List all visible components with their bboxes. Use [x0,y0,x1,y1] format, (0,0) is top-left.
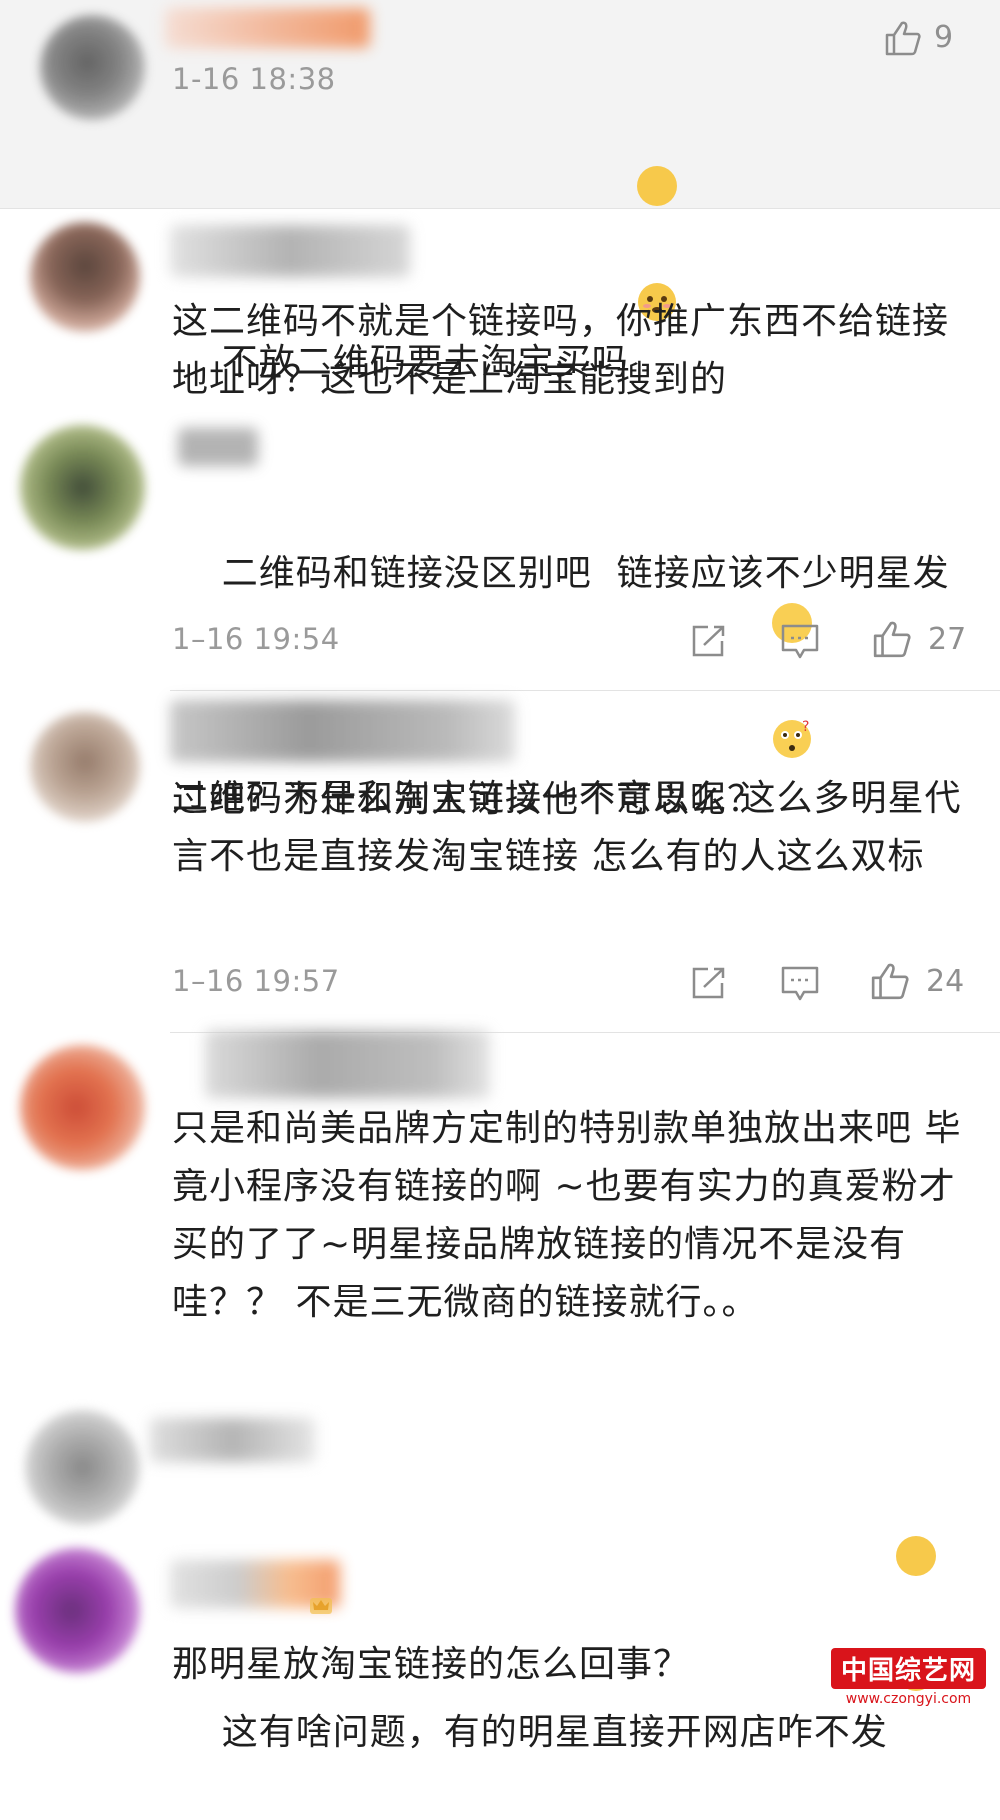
like-count: 27 [928,622,967,657]
username-redacted[interactable] [150,1418,315,1462]
avatar[interactable] [30,712,140,822]
svg-text:?: ? [802,719,810,735]
comment-time: 1–16 19:57 [172,964,340,998]
thumbs-up-icon[interactable] [884,20,922,60]
comment-text: 只是和尚美品牌方定制的特别款单独放出来吧 毕竟小程序没有链接的啊 ~也要有实力的… [172,1108,962,1323]
watermark-name: 中国综艺网 [830,1648,986,1689]
like-count: 24 [926,964,965,999]
username-redacted[interactable] [178,428,258,466]
avatar[interactable] [20,1045,145,1170]
comment-text: 二维码不是和淘宝链接一个意思么 这么多明星代言不也是直接发淘宝链接 怎么有的人这… [172,778,962,877]
comment-text-content: 这有啥问题，有的明星直接开网店咋不发 [221,1712,888,1753]
comment-icon[interactable] [780,965,820,1007]
thumbs-up-icon[interactable] [870,962,910,1004]
username-redacted[interactable] [165,8,370,48]
username-redacted[interactable] [170,700,515,762]
share-icon[interactable] [690,623,728,663]
avatar[interactable] [30,222,140,332]
comment-icon[interactable] [780,623,820,665]
site-watermark: 中国综艺网 www.czongyi.com [830,1648,986,1707]
thumbs-up-icon[interactable] [872,620,912,662]
emoji-icon [636,166,677,321]
like-count: 9 [934,20,954,55]
share-icon[interactable] [690,965,728,1005]
comment-text: 这二维码不就是个链接吗，你推广东西不给链接地址呀？这也不是上淘宝能搜到的 [172,301,950,400]
avatar[interactable] [40,15,145,120]
avatar[interactable] [20,425,145,550]
username-redacted[interactable] [205,1030,490,1098]
avatar[interactable] [25,1410,140,1525]
crown-badge-icon [308,1590,334,1620]
username-redacted[interactable] [170,225,410,277]
emoji-icon [895,1536,936,1691]
watermark-url: www.czongyi.com [845,1691,972,1707]
comment-time: 1–16 19:54 [172,622,340,656]
divider [170,690,1000,691]
avatar[interactable] [15,1548,140,1673]
comment-time: 1-16 18:38 [172,62,336,96]
divider [0,208,1000,209]
